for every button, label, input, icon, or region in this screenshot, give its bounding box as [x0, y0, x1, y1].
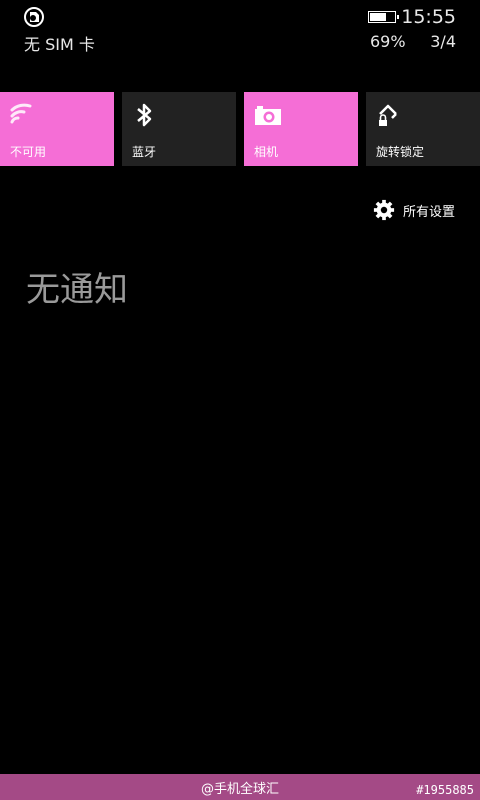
tile-label: 不可用 — [10, 145, 47, 159]
battery-icon — [368, 11, 399, 23]
no-notifications-text: 无通知 — [26, 270, 128, 310]
rotation-lock-tile[interactable]: 旋转锁定 — [366, 92, 480, 166]
camera-icon — [255, 106, 281, 125]
wifi-icon — [10, 103, 32, 124]
watermark-credit: @手机全球汇 — [200, 782, 279, 797]
camera-tile[interactable]: 相机 — [244, 92, 358, 166]
bluetooth-icon — [137, 103, 152, 127]
tile-label: 蓝牙 — [132, 145, 157, 159]
battery-percent: 69% — [370, 32, 406, 51]
page-indicator: 3/4 — [430, 32, 456, 51]
tile-label: 相机 — [254, 145, 279, 159]
watermark-id: #1955885 — [416, 783, 474, 797]
wifi-tile[interactable]: 不可用 — [0, 92, 114, 166]
all-settings-label: 所有设置 — [402, 204, 455, 220]
sim-status-text: 无 SIM 卡 — [24, 35, 95, 54]
sim-icon — [24, 7, 44, 27]
all-settings-link[interactable]: 所有设置 — [373, 198, 455, 222]
clock: 15:55 — [401, 6, 456, 28]
status-bar: 无 SIM 卡 15:55 69% 3/4 — [0, 0, 480, 60]
rotation-lock-icon — [379, 104, 397, 126]
gear-icon — [373, 199, 395, 221]
tile-label: 旋转锁定 — [376, 145, 425, 159]
bluetooth-tile[interactable]: 蓝牙 — [122, 92, 236, 166]
watermark-bar: @手机全球汇 #1955885 — [0, 774, 480, 800]
